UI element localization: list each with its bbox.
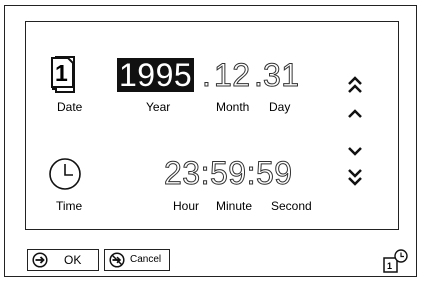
year-label: Year bbox=[146, 100, 171, 114]
double-chevron-up-icon[interactable] bbox=[347, 75, 363, 97]
chevron-down-icon[interactable] bbox=[347, 144, 363, 156]
calendar-clock-icon[interactable]: 1 bbox=[383, 249, 409, 273]
time-label: Time bbox=[56, 199, 83, 213]
ok-button-label: OK bbox=[64, 253, 82, 267]
cancel-button[interactable]: Cancel bbox=[104, 249, 170, 271]
ok-button[interactable]: OK bbox=[27, 249, 99, 271]
second-label: Second bbox=[271, 199, 312, 213]
cancel-circle-icon bbox=[109, 252, 125, 268]
year-field[interactable]: 1995 bbox=[117, 58, 195, 92]
chevron-up-icon[interactable] bbox=[347, 107, 363, 119]
date-label: Date bbox=[57, 100, 83, 114]
circle-arrow-icon bbox=[32, 252, 48, 268]
month-label: Month bbox=[216, 100, 250, 114]
double-chevron-down-icon[interactable] bbox=[347, 165, 363, 187]
clock-icon bbox=[48, 157, 82, 191]
svg-text:1: 1 bbox=[387, 261, 392, 271]
day-field[interactable]: 31 bbox=[263, 58, 300, 93]
minute-label: Minute bbox=[216, 199, 253, 213]
cancel-button-label: Cancel bbox=[130, 254, 162, 265]
date-separator-2: . bbox=[253, 57, 264, 93]
calendar-icon-number: 1 bbox=[55, 60, 68, 86]
hour-label: Hour bbox=[173, 199, 200, 213]
day-label: Day bbox=[269, 100, 291, 114]
time-field[interactable]: 23:59:59 bbox=[164, 156, 293, 191]
date-separator-1: . bbox=[201, 57, 212, 93]
month-field[interactable]: 12 bbox=[214, 58, 251, 93]
